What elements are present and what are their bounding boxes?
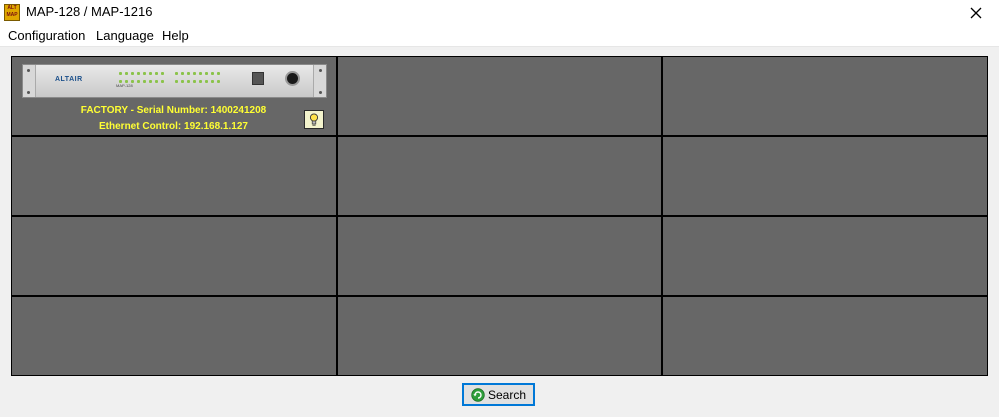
empty-device-slot — [12, 217, 336, 295]
empty-device-slot — [337, 137, 662, 215]
search-button[interactable]: Search — [462, 383, 535, 406]
close-button[interactable] — [953, 0, 999, 26]
ethernet-port — [252, 72, 264, 85]
device-ethernet-line: Ethernet Control: 192.168.1.127 — [99, 121, 248, 132]
empty-device-slot — [12, 137, 336, 215]
empty-device-slot — [12, 297, 336, 375]
device-logo: ALTAIR — [55, 76, 83, 83]
lightbulb-icon — [309, 113, 319, 126]
led-bank-right — [175, 72, 221, 86]
title-bar: ALT MAP MAP-128 / MAP-1216 — [0, 0, 999, 26]
menu-help[interactable]: Help — [162, 28, 189, 43]
device-grid: ALTAIR MAP-128 FACTORY - Serial Number: … — [11, 56, 988, 376]
power-knob — [285, 71, 300, 86]
menu-bar: Configuration Language Help — [0, 26, 999, 47]
empty-device-slot — [663, 137, 987, 215]
client-area: ALTAIR MAP-128 FACTORY - Serial Number: … — [0, 47, 999, 417]
empty-device-slot — [663, 297, 987, 375]
menu-language[interactable]: Language — [96, 28, 154, 43]
device-cell[interactable]: ALTAIR MAP-128 FACTORY - Serial Number: … — [12, 57, 336, 135]
refresh-icon — [471, 387, 485, 402]
rack-screw — [27, 69, 30, 72]
app-icon: ALT MAP — [4, 4, 20, 21]
menu-configuration[interactable]: Configuration — [8, 28, 85, 43]
device-serial-line: FACTORY - Serial Number: 1400241208 — [80, 105, 267, 116]
empty-device-slot — [337, 217, 662, 295]
empty-device-slot — [337, 57, 662, 135]
identify-button[interactable] — [304, 110, 324, 129]
close-icon — [970, 7, 982, 19]
empty-device-slot — [663, 57, 987, 135]
empty-device-slot — [337, 297, 662, 375]
window-title: MAP-128 / MAP-1216 — [26, 4, 153, 19]
empty-device-slot — [663, 217, 987, 295]
device-front-panel-image: ALTAIR MAP-128 — [22, 64, 327, 98]
search-button-label: Search — [487, 387, 527, 402]
rack-screw — [319, 69, 322, 72]
led-bank-left — [119, 72, 165, 86]
rack-screw — [319, 91, 322, 94]
rack-screw — [27, 91, 30, 94]
